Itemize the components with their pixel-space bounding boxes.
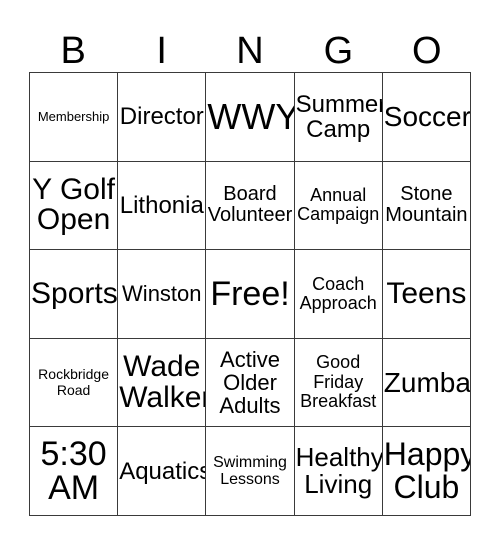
bingo-grid: Membership Director WWY Summer Camp Soccer Y … <box>29 72 471 516</box>
bingo-cell-label: Y Golf Open <box>32 172 115 237</box>
bingo-cell[interactable]: Director <box>118 73 207 162</box>
bingo-cell[interactable]: Lithonia <box>118 161 207 251</box>
bingo-cell-label: Aquatics <box>119 457 207 485</box>
bingo-cell[interactable]: Annual Campaign <box>294 161 383 251</box>
bingo-cell[interactable]: Aquatics <box>118 427 207 516</box>
bingo-cell[interactable]: Swimming Lessons <box>206 427 295 516</box>
bingo-cell[interactable]: Rockbridge Road <box>30 338 119 428</box>
bingo-cell-label: Happy Club <box>383 436 471 506</box>
bingo-header: BINGO <box>29 14 471 72</box>
bingo-cell-label: Sports <box>31 276 118 310</box>
bingo-cell[interactable]: 5:30 AM <box>30 427 119 516</box>
bingo-cell-label: Annual Campaign <box>297 184 380 225</box>
bingo-cell-label: Zumba <box>383 367 471 399</box>
bingo-cell[interactable]: Zumba <box>382 338 471 428</box>
bingo-cell-label: Director <box>119 103 204 131</box>
bingo-cell-label: WWY <box>207 95 295 137</box>
bingo-cell-label: Teens <box>386 276 467 310</box>
bingo-cell-label: Coach Approach <box>299 273 377 313</box>
bingo-cell[interactable]: Winston <box>118 250 207 339</box>
bingo-cell-label: Good Friday Breakfast <box>300 352 377 412</box>
bingo-cell[interactable]: Good Friday Breakfast <box>294 338 383 428</box>
bingo-cell[interactable]: Board Volunteer <box>206 161 295 251</box>
bingo-cell[interactable]: WWY <box>206 73 295 162</box>
bingo-cell-label: Winston <box>122 281 202 307</box>
bingo-cell[interactable]: Membership <box>30 73 119 162</box>
bingo-cell-label: Free! <box>210 274 290 313</box>
bingo-header-letter: G <box>323 30 354 72</box>
bingo-cell-label: Rockbridge Road <box>38 365 109 398</box>
bingo-cell-label: Membership <box>37 108 110 124</box>
bingo-cell[interactable]: Wade Walker <box>118 338 207 428</box>
bingo-header-letter: N <box>236 30 264 72</box>
bingo-cell[interactable]: Sports <box>30 250 119 339</box>
bingo-header-letter: O <box>412 30 442 72</box>
bingo-card: B I N G O Membership Director WWY Summer Camp So… <box>0 0 500 544</box>
bingo-header-letter: B <box>60 30 86 72</box>
bingo-cell[interactable]: Y Golf Open <box>30 161 119 251</box>
bingo-cell[interactable]: Stone Mountain <box>382 161 471 251</box>
bingo-cell-label: Active Older Adults <box>219 346 281 419</box>
bingo-cell[interactable]: Happy Club <box>382 427 471 516</box>
bingo-cell-label: Soccer <box>383 101 471 133</box>
bingo-cell-label: Summer Camp <box>295 90 383 143</box>
bingo-cell-label: Wade Walker <box>119 349 207 414</box>
bingo-cell[interactable]: Teens <box>382 250 471 339</box>
bingo-cell[interactable]: Healthy Living <box>294 427 383 516</box>
bingo-cell[interactable]: Summer Camp <box>294 73 383 162</box>
bingo-cell-label: Swimming Lessons <box>213 453 287 489</box>
bingo-cell[interactable]: Free! <box>206 250 295 339</box>
bingo-cell-label: 5:30 AM <box>40 434 107 508</box>
bingo-cell[interactable]: Active Older Adults <box>206 338 295 428</box>
bingo-cell-label: Lithonia <box>119 191 204 219</box>
bingo-cell-label: Healthy Living <box>295 442 383 500</box>
bingo-header-letter: I <box>156 30 167 72</box>
bingo-cell[interactable]: Soccer <box>382 73 471 162</box>
bingo-cell-label: Board Volunteer <box>207 183 293 227</box>
bingo-cell[interactable]: Coach Approach <box>294 250 383 339</box>
bingo-cell-label: Stone Mountain <box>385 183 468 227</box>
